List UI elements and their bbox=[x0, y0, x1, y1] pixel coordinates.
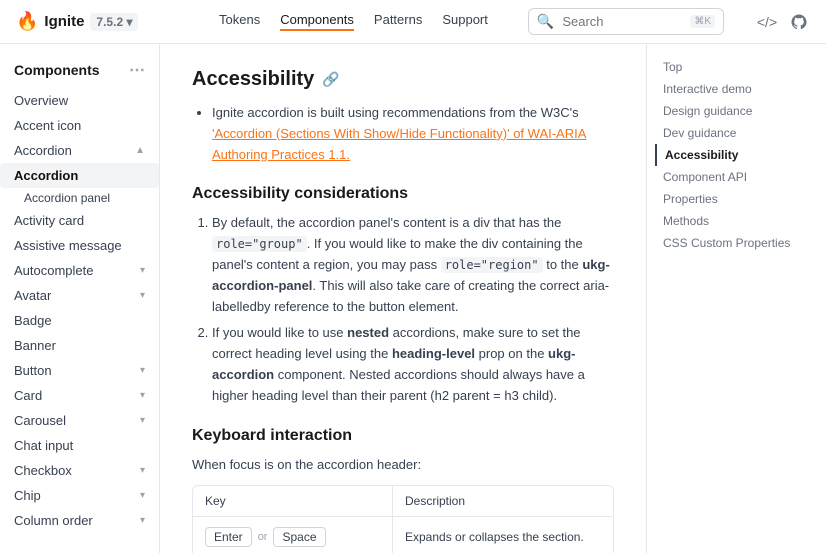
sidebar-item-chip[interactable]: Chip ▾ bbox=[0, 483, 159, 508]
toc-accessibility[interactable]: Accessibility bbox=[655, 144, 810, 166]
sidebar: Components ⋯ Overview Accent icon Accord… bbox=[0, 44, 160, 553]
desc-enter-space: Expands or collapses the section. bbox=[393, 517, 613, 553]
sidebar-item-carousel[interactable]: Carousel ▾ bbox=[0, 408, 159, 433]
sidebar-item-overview[interactable]: Overview bbox=[0, 88, 159, 113]
focus-label: When focus is on the accordion header: bbox=[192, 455, 614, 476]
key-or-1: or bbox=[258, 531, 268, 543]
considerations-list: By default, the accordion panel's conten… bbox=[192, 213, 614, 406]
consideration-2: If you would like to use nested accordio… bbox=[212, 323, 614, 406]
main-content: Accessibility 🔗 Ignite accordion is buil… bbox=[160, 44, 646, 553]
key-enter: Enter bbox=[205, 527, 252, 547]
sidebar-item-accordion-panel[interactable]: Accordion panel bbox=[0, 188, 159, 208]
sidebar-item-autocomplete[interactable]: Autocomplete ▾ bbox=[0, 258, 159, 283]
anchor-link-icon[interactable]: 🔗 bbox=[322, 71, 339, 88]
sidebar-item-assistive-message[interactable]: Assistive message bbox=[0, 233, 159, 258]
key-space: Space bbox=[273, 527, 325, 547]
strong-nested: nested bbox=[347, 325, 389, 340]
code-role-group: role="group" bbox=[212, 236, 307, 252]
nav-components[interactable]: Components bbox=[280, 12, 354, 31]
table-header: Key Description bbox=[193, 486, 613, 517]
sidebar-item-checkbox[interactable]: Checkbox ▾ bbox=[0, 458, 159, 483]
search-box[interactable]: 🔍 ⌘K bbox=[528, 8, 724, 35]
key-cell-enter-space: Enter or Space bbox=[193, 517, 393, 553]
a11y-considerations-heading: Accessibility considerations bbox=[192, 185, 614, 203]
chevron-down-icon: ▾ bbox=[140, 465, 145, 476]
intro-list-item: Ignite accordion is built using recommen… bbox=[212, 103, 614, 165]
chevron-down-icon: ▾ bbox=[140, 290, 145, 301]
code-icon[interactable]: </> bbox=[756, 11, 778, 33]
sidebar-item-card[interactable]: Card ▾ bbox=[0, 383, 159, 408]
chevron-down-icon: ▾ bbox=[140, 365, 145, 376]
toc-interactive-demo[interactable]: Interactive demo bbox=[663, 78, 810, 100]
github-icon[interactable] bbox=[788, 11, 810, 33]
toc-design-guidance[interactable]: Design guidance bbox=[663, 100, 810, 122]
strong-panel-name: ukg-accordion-panel bbox=[212, 257, 610, 293]
brand-name: Ignite bbox=[44, 13, 84, 30]
sidebar-menu-icon[interactable]: ⋯ bbox=[129, 60, 145, 80]
sidebar-item-activity-card[interactable]: Activity card bbox=[0, 208, 159, 233]
toc-css-custom-properties[interactable]: CSS Custom Properties bbox=[663, 232, 810, 254]
col-desc-header: Description bbox=[393, 486, 613, 517]
nav-links: Tokens Components Patterns Support bbox=[219, 12, 488, 31]
top-nav: 🔥 Ignite 7.5.2 ▾ Tokens Components Patte… bbox=[0, 0, 826, 44]
chevron-down-icon: ▾ bbox=[140, 265, 145, 276]
sidebar-item-column-order[interactable]: Column order ▾ bbox=[0, 508, 159, 533]
toc-sidebar: Top Interactive demo Design guidance Dev… bbox=[646, 44, 826, 553]
consideration-1: By default, the accordion panel's conten… bbox=[212, 213, 614, 317]
sidebar-item-banner[interactable]: Banner bbox=[0, 333, 159, 358]
version-badge[interactable]: 7.5.2 ▾ bbox=[90, 13, 138, 31]
nav-support[interactable]: Support bbox=[442, 12, 488, 31]
chevron-down-icon: ▾ bbox=[140, 415, 145, 426]
sidebar-item-accordion[interactable]: Accordion ▲ bbox=[0, 138, 159, 163]
sidebar-item-chat-input[interactable]: Chat input bbox=[0, 433, 159, 458]
flame-icon: 🔥 bbox=[16, 11, 38, 32]
toc-component-api[interactable]: Component API bbox=[663, 166, 810, 188]
strong-heading-level: heading-level bbox=[392, 346, 475, 361]
keyboard-interaction-heading: Keyboard interaction bbox=[192, 427, 614, 445]
code-role-region: role="region" bbox=[441, 257, 543, 273]
search-shortcut: ⌘K bbox=[690, 15, 715, 28]
intro-text: Ignite accordion is built using recommen… bbox=[212, 105, 579, 120]
toc-dev-guidance[interactable]: Dev guidance bbox=[663, 122, 810, 144]
chevron-down-icon: ▾ bbox=[140, 515, 145, 526]
intro-link[interactable]: 'Accordion (Sections With Show/Hide Func… bbox=[212, 126, 586, 162]
sidebar-item-accent-icon[interactable]: Accent icon bbox=[0, 113, 159, 138]
search-input[interactable] bbox=[562, 14, 682, 29]
nav-patterns[interactable]: Patterns bbox=[374, 12, 422, 31]
search-icon: 🔍 bbox=[537, 13, 554, 30]
col-key-header: Key bbox=[193, 486, 393, 517]
table-row: Enter or Space Expands or collapses the … bbox=[193, 517, 613, 553]
nav-tokens[interactable]: Tokens bbox=[219, 12, 260, 31]
sidebar-item-button[interactable]: Button ▾ bbox=[0, 358, 159, 383]
toc-properties[interactable]: Properties bbox=[663, 188, 810, 210]
sidebar-title: Components ⋯ bbox=[0, 56, 159, 88]
chevron-up-icon: ▲ bbox=[135, 145, 145, 156]
toc-methods[interactable]: Methods bbox=[663, 210, 810, 232]
chevron-down-icon: ▾ bbox=[140, 390, 145, 401]
keyboard-table: Key Description Enter or Space Expands o… bbox=[192, 485, 614, 553]
toc-top[interactable]: Top bbox=[663, 56, 810, 78]
brand-logo: 🔥 Ignite 7.5.2 ▾ bbox=[16, 11, 138, 32]
topnav-icon-group: </> bbox=[756, 11, 810, 33]
chevron-down-icon: ▾ bbox=[140, 490, 145, 501]
accessibility-heading: Accessibility 🔗 bbox=[192, 68, 614, 91]
sidebar-item-badge[interactable]: Badge bbox=[0, 308, 159, 333]
intro-list: Ignite accordion is built using recommen… bbox=[192, 103, 614, 165]
sidebar-item-avatar[interactable]: Avatar ▾ bbox=[0, 283, 159, 308]
sidebar-item-accordion-active[interactable]: Accordion bbox=[0, 163, 159, 188]
